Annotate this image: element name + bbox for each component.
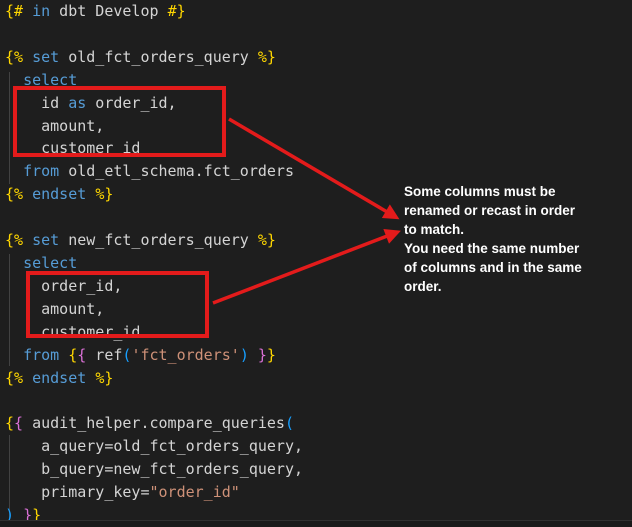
annotation-line: to match. [404, 220, 619, 239]
code-token: { [68, 346, 77, 364]
code-token: %} [95, 185, 113, 203]
code-token [5, 162, 23, 180]
code-token: {# [5, 2, 23, 20]
code-token: 'fct_orders' [131, 346, 239, 364]
annotation-line: You need the same number [404, 239, 619, 258]
code-token: from [23, 162, 59, 180]
code-token: as [68, 94, 86, 112]
code-line: from {{ ref('fct_orders') }} [5, 344, 632, 367]
code-token [5, 254, 23, 272]
code-token: set [32, 231, 59, 249]
code-line: a_query=old_fct_orders_query, [5, 435, 632, 458]
code-line: from old_etl_schema.fct_orders [5, 160, 632, 183]
code-token [86, 185, 95, 203]
code-token: { [77, 346, 86, 364]
code-token: ( [285, 414, 294, 432]
code-token: in [32, 2, 50, 20]
code-line: customer_id [5, 137, 632, 160]
code-token: id [5, 94, 68, 112]
code-token: old_etl_schema.fct_orders [59, 162, 294, 180]
code-line: {{ audit_helper.compare_queries( [5, 412, 632, 435]
code-token: order_id, [86, 94, 176, 112]
code-line: {% set old_fct_orders_query %} [5, 46, 632, 69]
code-line: amount, [5, 115, 632, 138]
code-token [23, 185, 32, 203]
code-line: {% endset %} [5, 367, 632, 390]
code-line: id as order_id, [5, 92, 632, 115]
code-token: {% [5, 48, 23, 66]
code-token [249, 346, 258, 364]
code-token: {% [5, 369, 23, 387]
code-line [5, 389, 632, 412]
code-line: select [5, 69, 632, 92]
code-token [23, 369, 32, 387]
code-token: {% [5, 185, 23, 203]
code-token: set [32, 48, 59, 66]
code-token: ) [240, 346, 249, 364]
code-line: customer_id [5, 321, 632, 344]
code-token: #} [168, 2, 186, 20]
code-token [59, 346, 68, 364]
code-token: customer_id [5, 139, 140, 157]
code-token [5, 71, 23, 89]
code-token: ref [86, 346, 122, 364]
code-token [86, 369, 95, 387]
code-line: {# in dbt Develop #} [5, 0, 632, 23]
code-token: { [14, 414, 23, 432]
editor-window: {# in dbt Develop #} {% set old_fct_orde… [0, 0, 632, 527]
code-token: audit_helper.compare_queries [23, 414, 285, 432]
code-token: primary_key= [5, 483, 150, 501]
code-token: endset [32, 369, 86, 387]
annotation-line: order. [404, 277, 619, 296]
annotation-note: Some columns must be renamed or recast i… [404, 182, 619, 297]
code-token: new_fct_orders_query [59, 231, 258, 249]
code-token: from [23, 346, 59, 364]
code-token: select [23, 254, 77, 272]
code-token: customer_id [5, 323, 140, 341]
horizontal-scrollbar[interactable] [0, 520, 632, 527]
code-token: select [23, 71, 77, 89]
code-token: %} [95, 369, 113, 387]
code-token [23, 231, 32, 249]
code-token: endset [32, 185, 86, 203]
annotation-line: Some columns must be [404, 182, 619, 201]
code-line: primary_key="order_id" [5, 481, 632, 504]
code-line: b_query=new_fct_orders_query, [5, 458, 632, 481]
code-token: amount, [5, 117, 104, 135]
code-token: } [258, 346, 267, 364]
code-token: order_id, [5, 277, 122, 295]
code-token: { [5, 414, 14, 432]
code-token: "order_id" [150, 483, 240, 501]
code-token [23, 48, 32, 66]
code-token [5, 346, 23, 364]
code-token: {% [5, 231, 23, 249]
code-line [5, 23, 632, 46]
code-token: } [267, 346, 276, 364]
code-token: dbt Develop [50, 2, 167, 20]
annotation-line: of columns and in the same [404, 258, 619, 277]
code-token: a_query=old_fct_orders_query, [5, 437, 303, 455]
code-token [23, 2, 32, 20]
code-token: %} [258, 231, 276, 249]
annotation-line: renamed or recast in order [404, 201, 619, 220]
code-token: old_fct_orders_query [59, 48, 258, 66]
code-token: b_query=new_fct_orders_query, [5, 460, 303, 478]
code-line: amount, [5, 298, 632, 321]
code-token: %} [258, 48, 276, 66]
code-token: amount, [5, 300, 104, 318]
